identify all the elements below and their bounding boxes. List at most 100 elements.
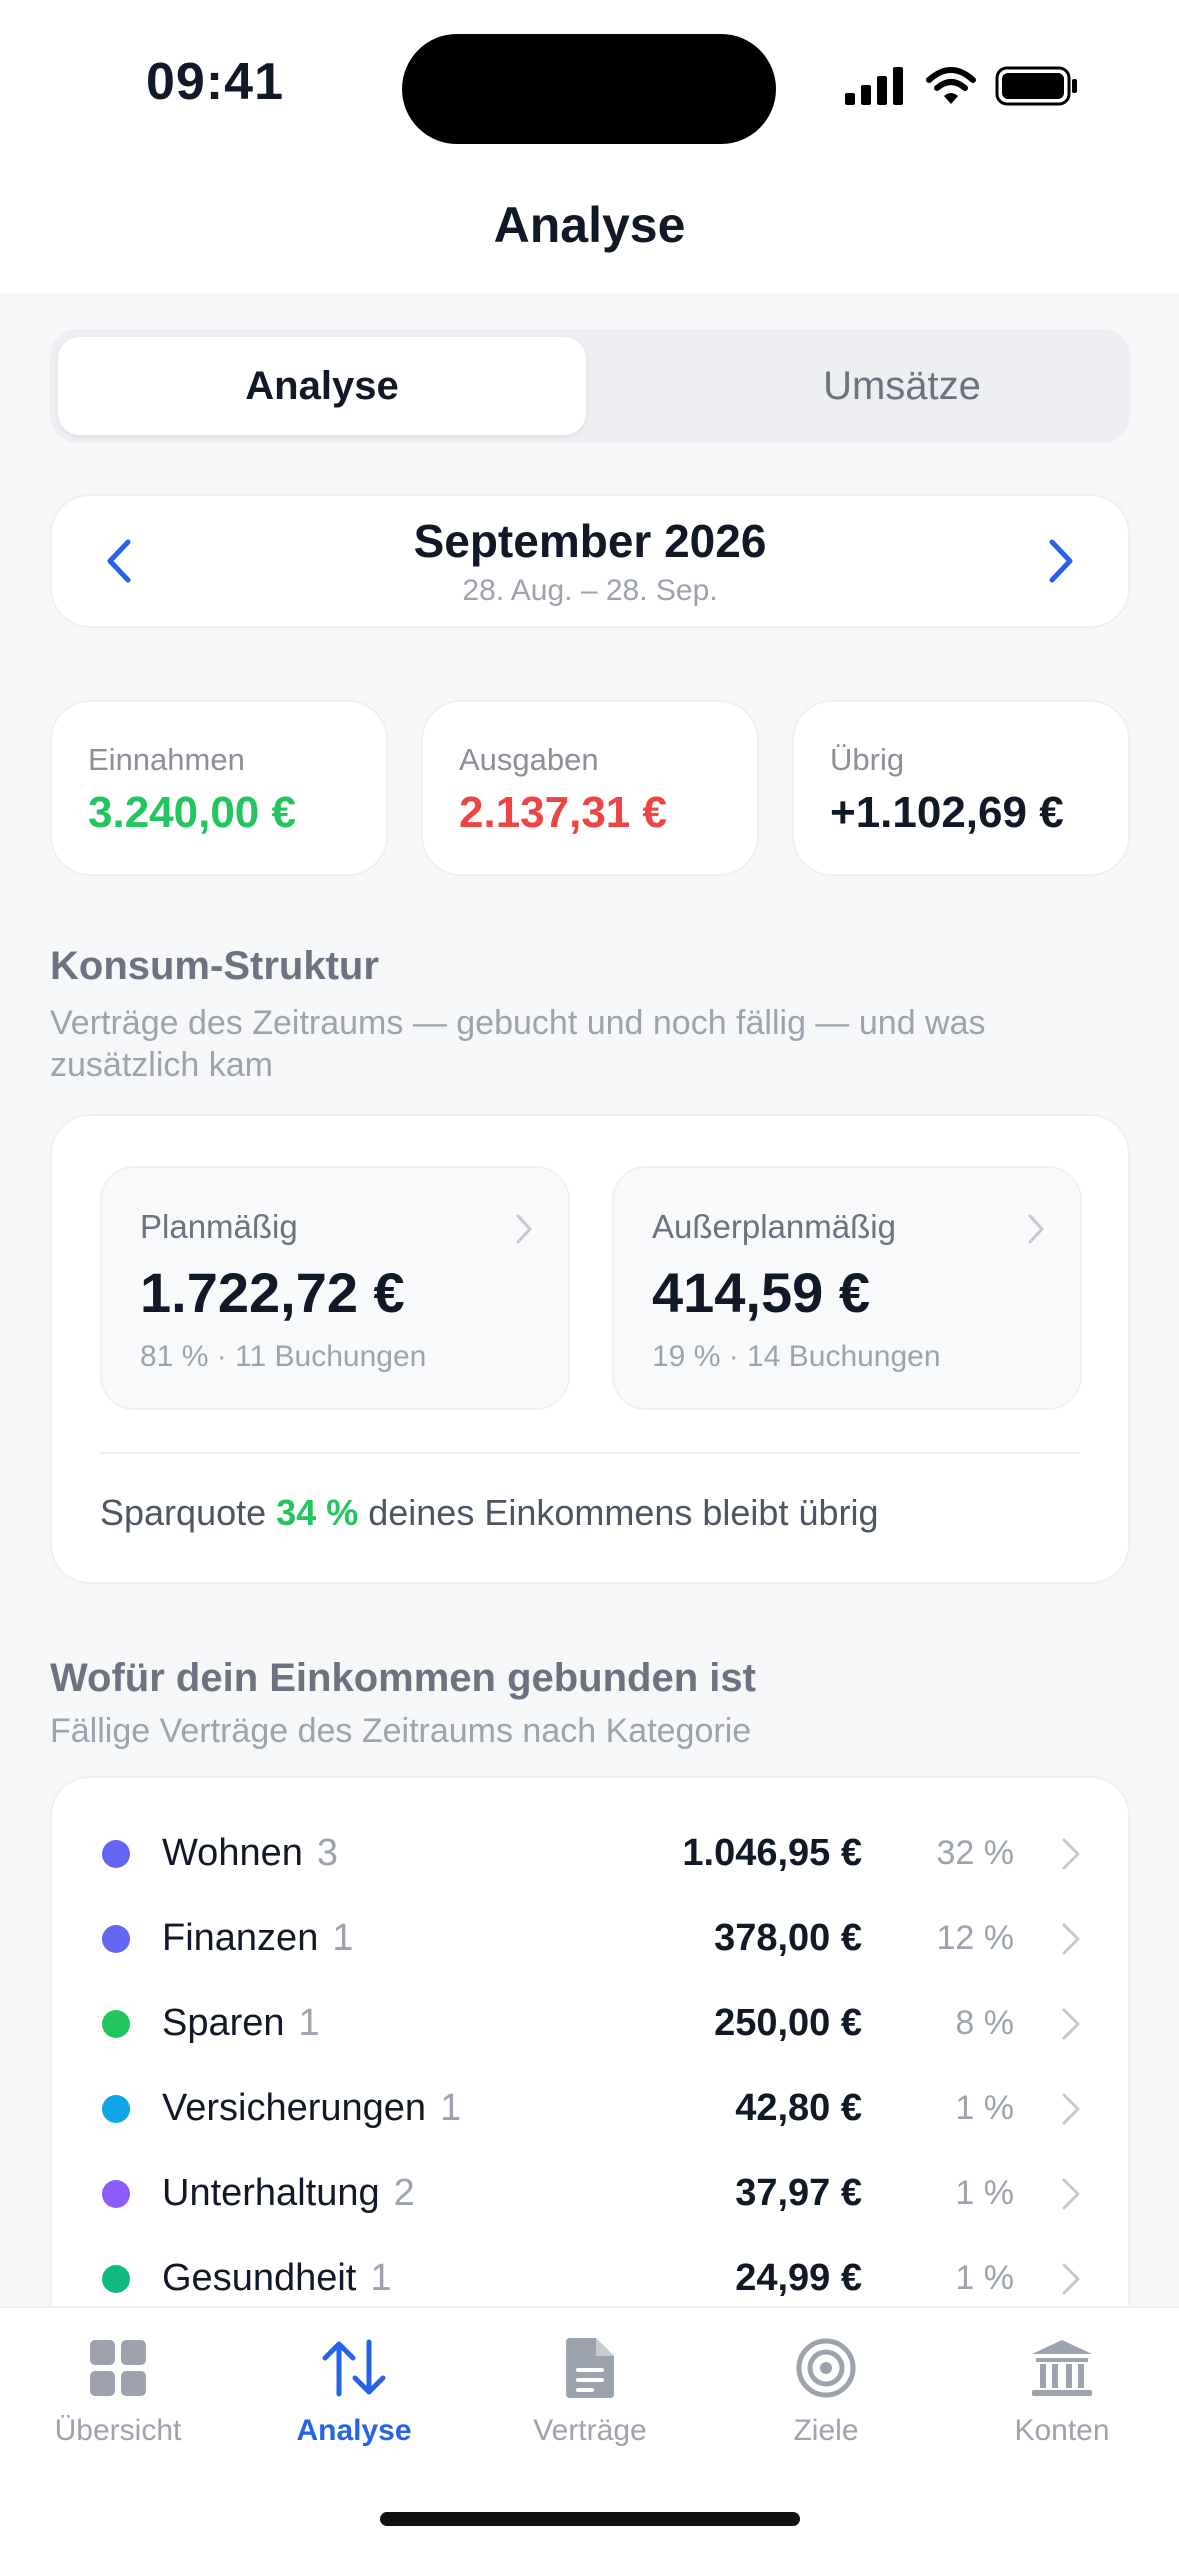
section-subtitle-konsum: Verträge des Zeitraums — gebucht und noc… [50, 1004, 986, 1084]
bank-icon [1032, 2340, 1092, 2396]
chevron-right-icon [1062, 1838, 1080, 1870]
category-amount: 1.046,95 € [682, 1832, 862, 1874]
unplanned-card[interactable]: Außerplanmäßig 414,59 € 19 % · 14 Buchun… [612, 1166, 1082, 1410]
category-name-wrap: Finanzen 1 [162, 1917, 353, 1960]
arrows-updown-icon [322, 2339, 386, 2397]
category-name-wrap: Unterhaltung 2 [162, 2172, 415, 2215]
battery-icon [995, 66, 1077, 106]
category-name: Versicherungen [162, 2087, 427, 2129]
savings-rate: Sparquote 34 % deines Einkommens bleibt … [100, 1492, 879, 1534]
stat-remaining: Übrig +1.102,69 € [792, 700, 1130, 876]
chevron-right-icon [1028, 1214, 1044, 1244]
category-name: Sparen [162, 2002, 285, 2044]
period-selector: September 2026 28. Aug. – 28. Sep. [50, 494, 1130, 628]
chevron-right-icon [1062, 2178, 1080, 2210]
category-pct: 1 % [955, 2259, 1014, 2297]
savings-pct: 34 % [276, 1492, 359, 1533]
period-title: September 2026 [413, 515, 767, 567]
category-amount: 37,97 € [735, 2172, 862, 2214]
section-subtitle-categories: Fällige Verträge des Zeitraums nach Kate… [50, 1712, 752, 1750]
grid-icon [90, 2340, 146, 2396]
tab-label: Ziele [793, 2414, 859, 2447]
category-row[interactable]: Finanzen 1 378,00 € 12 % [52, 1897, 1132, 1981]
category-count: 1 [440, 2087, 462, 2129]
tab-label: Analyse [296, 2414, 412, 2447]
stat-label: Einnahmen [88, 742, 245, 777]
category-pct: 1 % [955, 2174, 1014, 2212]
category-count: 1 [370, 2257, 392, 2299]
stat-label: Übrig [830, 742, 905, 777]
period-range: 28. Aug. – 28. Sep. [462, 574, 718, 607]
tab-label: Übersicht [54, 2414, 182, 2447]
category-pct: 1 % [955, 2089, 1014, 2127]
planned-value: 1.722,72 € [140, 1261, 405, 1324]
page-title: Analyse [0, 175, 1179, 293]
category-row[interactable]: Wohnen 3 1.046,95 € 32 % [52, 1812, 1132, 1896]
category-name-wrap: Gesundheit 1 [162, 2257, 392, 2300]
category-name-wrap: Versicherungen 1 [162, 2087, 461, 2130]
stat-expenses: Ausgaben 2.137,31 € [421, 700, 759, 876]
category-amount: 24,99 € [735, 2257, 862, 2299]
category-name-wrap: Wohnen 3 [162, 1832, 338, 1875]
category-dot [102, 1925, 130, 1953]
section-title-konsum: Konsum-Struktur [50, 944, 379, 988]
category-name: Gesundheit [162, 2257, 357, 2299]
category-name: Wohnen [162, 1832, 303, 1874]
category-dot [102, 1840, 130, 1868]
category-dot [102, 2180, 130, 2208]
chevron-right-icon [1062, 1923, 1080, 1955]
tab-uebersicht[interactable]: Übersicht [0, 2328, 236, 2448]
category-dot [102, 2095, 130, 2123]
category-row[interactable]: Sparen 1 250,00 € 8 % [52, 1982, 1132, 2066]
chevron-right-icon [1062, 2263, 1080, 2295]
tab-label: Konten [1014, 2414, 1110, 2447]
segment-analyse[interactable]: Analyse [58, 337, 586, 435]
section-title-categories: Wofür dein Einkommen gebunden ist [50, 1656, 756, 1700]
tab-ziele[interactable]: Ziele [708, 2328, 944, 2448]
category-count: 3 [316, 1832, 338, 1874]
tab-label: Verträge [533, 2414, 647, 2447]
wifi-icon [926, 67, 976, 104]
planned-card[interactable]: Planmäßig 1.722,72 € 81 % · 11 Buchungen [100, 1166, 570, 1410]
category-row[interactable]: Unterhaltung 2 37,97 € 1 % [52, 2152, 1132, 2236]
document-icon [566, 2338, 614, 2398]
segmented-control: Analyse Umsätze [50, 329, 1130, 443]
unplanned-value: 414,59 € [652, 1261, 870, 1324]
chevron-right-icon [516, 1214, 532, 1244]
category-amount: 42,80 € [735, 2087, 862, 2129]
category-pct: 32 % [936, 1834, 1015, 1872]
chevron-right-icon [1062, 2008, 1080, 2040]
unplanned-meta: 19 % · 14 Buchungen [652, 1340, 941, 1373]
category-row[interactable]: Versicherungen 1 42,80 € 1 % [52, 2067, 1132, 2151]
planned-label: Planmäßig [140, 1208, 298, 1245]
category-count: 1 [298, 2002, 320, 2044]
tab-konten[interactable]: Konten [944, 2328, 1179, 2448]
status-bar: 09:41 [0, 0, 1179, 175]
segment-umsaetze[interactable]: Umsätze [638, 337, 1166, 435]
category-amount: 378,00 € [714, 1917, 862, 1959]
stat-income: Einnahmen 3.240,00 € [50, 700, 388, 876]
category-count: 1 [332, 1917, 354, 1959]
target-icon [796, 2338, 856, 2398]
stat-value: +1.102,69 € [830, 788, 1064, 837]
chevron-right-icon[interactable] [1046, 536, 1076, 586]
planned-meta: 81 % · 11 Buchungen [140, 1340, 427, 1373]
tab-vertraege[interactable]: Verträge [472, 2328, 708, 2448]
dynamic-island [402, 34, 776, 144]
savings-prefix: Sparquote [100, 1492, 267, 1533]
tab-analyse[interactable]: Analyse [236, 2328, 472, 2448]
stat-label: Ausgaben [459, 742, 599, 777]
category-name: Finanzen [162, 1917, 319, 1959]
category-count: 2 [393, 2172, 415, 2214]
status-icons [845, 66, 1079, 106]
stat-value: 2.137,31 € [459, 788, 667, 837]
savings-suffix: deines Einkommens bleibt übrig [368, 1492, 879, 1533]
konsum-card: Planmäßig 1.722,72 € 81 % · 11 Buchungen… [50, 1114, 1130, 1584]
home-indicator[interactable] [380, 2512, 800, 2526]
category-dot [102, 2265, 130, 2293]
stat-value: 3.240,00 € [88, 788, 296, 837]
category-name: Unterhaltung [162, 2172, 380, 2214]
category-amount: 250,00 € [714, 2002, 862, 2044]
chevron-right-icon [1062, 2093, 1080, 2125]
category-dot [102, 2010, 130, 2038]
